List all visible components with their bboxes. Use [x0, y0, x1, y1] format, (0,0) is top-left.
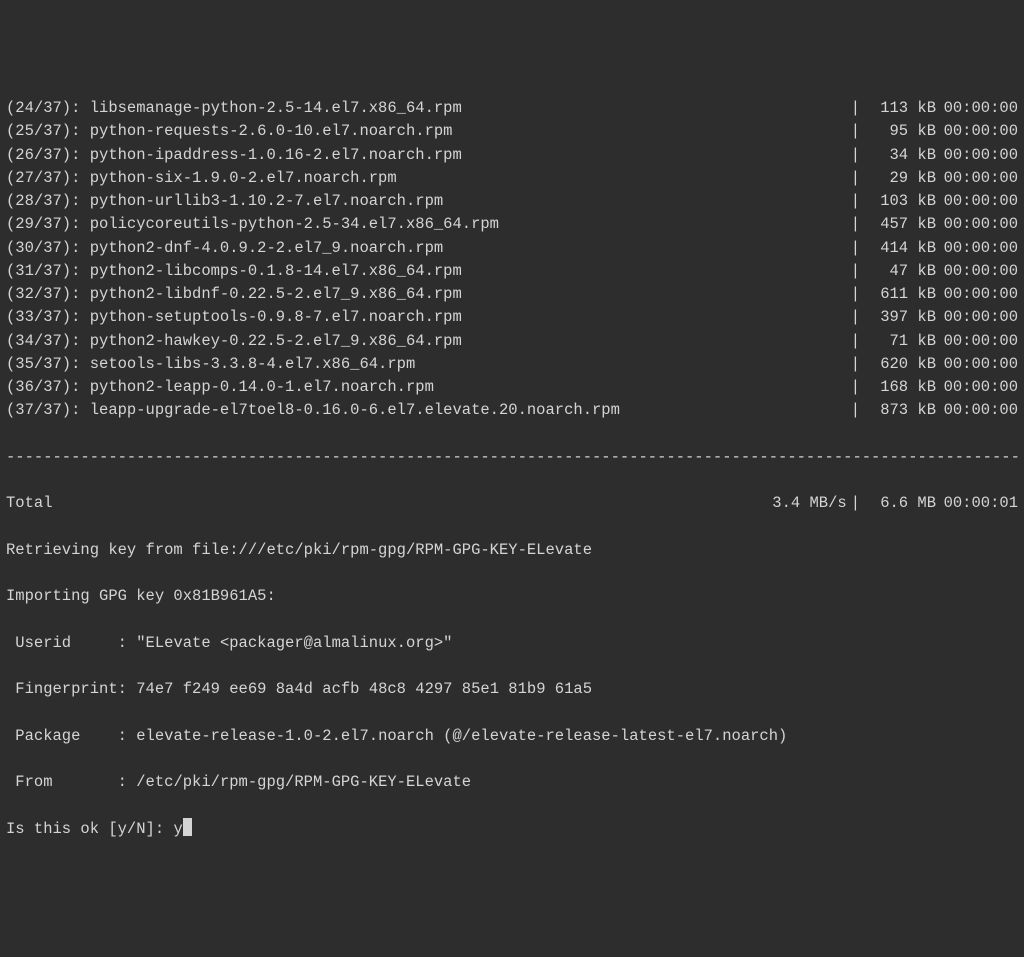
total-label: Total	[6, 492, 772, 515]
download-filename: (34/37): python2-hawkey-0.22.5-2.el7_9.x…	[6, 330, 847, 353]
from-label: From :	[6, 773, 136, 791]
download-size: 620 kB	[864, 353, 936, 376]
download-row: (28/37): python-urllib3-1.10.2-7.el7.noa…	[6, 190, 1018, 213]
userid-value: "ELevate <packager@almalinux.org>"	[136, 634, 452, 652]
separator-line: ----------------------------------------…	[6, 446, 1018, 469]
download-row: (31/37): python2-libcomps-0.1.8-14.el7.x…	[6, 260, 1018, 283]
download-filename: (33/37): python-setuptools-0.9.8-7.el7.n…	[6, 306, 847, 329]
download-size: 397 kB	[864, 306, 936, 329]
download-filename: (26/37): python-ipaddress-1.0.16-2.el7.n…	[6, 144, 847, 167]
download-row: (30/37): python2-dnf-4.0.9.2-2.el7_9.noa…	[6, 237, 1018, 260]
pipe-separator: |	[847, 120, 864, 143]
gpg-from-line: From : /etc/pki/rpm-gpg/RPM-GPG-KEY-ELev…	[6, 771, 1018, 794]
download-filename: (27/37): python-six-1.9.0-2.el7.noarch.r…	[6, 167, 847, 190]
download-size: 29 kB	[864, 167, 936, 190]
download-row: (26/37): python-ipaddress-1.0.16-2.el7.n…	[6, 144, 1018, 167]
total-speed: 3.4 MB/s	[772, 492, 846, 515]
download-row: (33/37): python-setuptools-0.9.8-7.el7.n…	[6, 306, 1018, 329]
pipe-separator: |	[847, 97, 864, 120]
download-time: 00:00:00	[936, 399, 1018, 422]
pipe-separator: |	[847, 167, 864, 190]
download-row: (36/37): python2-leapp-0.14.0-1.el7.noar…	[6, 376, 1018, 399]
download-filename: (29/37): policycoreutils-python-2.5-34.e…	[6, 213, 847, 236]
gpg-userid-line: Userid : "ELevate <packager@almalinux.or…	[6, 632, 1018, 655]
download-size: 34 kB	[864, 144, 936, 167]
download-filename: (32/37): python2-libdnf-0.22.5-2.el7_9.x…	[6, 283, 847, 306]
download-time: 00:00:00	[936, 237, 1018, 260]
total-row: Total 3.4 MB/s | 6.6 MB 00:00:01	[6, 492, 1018, 515]
pipe-separator: |	[847, 306, 864, 329]
download-time: 00:00:00	[936, 190, 1018, 213]
fingerprint-value: 74e7 f249 ee69 8a4d acfb 48c8 4297 85e1 …	[136, 680, 592, 698]
download-filename: (25/37): python-requests-2.6.0-10.el7.no…	[6, 120, 847, 143]
download-size: 47 kB	[864, 260, 936, 283]
download-time: 00:00:00	[936, 306, 1018, 329]
download-size: 873 kB	[864, 399, 936, 422]
download-size: 103 kB	[864, 190, 936, 213]
gpg-fingerprint-line: Fingerprint: 74e7 f249 ee69 8a4d acfb 48…	[6, 678, 1018, 701]
download-filename: (36/37): python2-leapp-0.14.0-1.el7.noar…	[6, 376, 847, 399]
download-filename: (37/37): leapp-upgrade-el7toel8-0.16.0-6…	[6, 399, 847, 422]
pipe-separator: |	[847, 492, 864, 515]
pipe-separator: |	[847, 260, 864, 283]
download-filename: (28/37): python-urllib3-1.10.2-7.el7.noa…	[6, 190, 847, 213]
download-time: 00:00:00	[936, 97, 1018, 120]
pipe-separator: |	[847, 237, 864, 260]
pipe-separator: |	[847, 399, 864, 422]
download-time: 00:00:00	[936, 260, 1018, 283]
download-list: (24/37): libsemanage-python-2.5-14.el7.x…	[6, 97, 1018, 423]
pipe-separator: |	[847, 353, 864, 376]
download-size: 611 kB	[864, 283, 936, 306]
download-time: 00:00:00	[936, 330, 1018, 353]
download-filename: (31/37): python2-libcomps-0.1.8-14.el7.x…	[6, 260, 847, 283]
download-row: (32/37): python2-libdnf-0.22.5-2.el7_9.x…	[6, 283, 1018, 306]
download-size: 113 kB	[864, 97, 936, 120]
download-time: 00:00:00	[936, 283, 1018, 306]
pipe-separator: |	[847, 144, 864, 167]
download-time: 00:00:00	[936, 213, 1018, 236]
download-row: (34/37): python2-hawkey-0.22.5-2.el7_9.x…	[6, 330, 1018, 353]
userid-label: Userid :	[6, 634, 136, 652]
download-size: 71 kB	[864, 330, 936, 353]
package-value: elevate-release-1.0-2.el7.noarch (@/elev…	[136, 727, 787, 745]
download-filename: (24/37): libsemanage-python-2.5-14.el7.x…	[6, 97, 847, 120]
package-label: Package :	[6, 727, 136, 745]
gpg-package-line: Package : elevate-release-1.0-2.el7.noar…	[6, 725, 1018, 748]
download-time: 00:00:00	[936, 167, 1018, 190]
download-row: (37/37): leapp-upgrade-el7toel8-0.16.0-6…	[6, 399, 1018, 422]
pipe-separator: |	[847, 330, 864, 353]
download-filename: (35/37): setools-libs-3.3.8-4.el7.x86_64…	[6, 353, 847, 376]
from-value: /etc/pki/rpm-gpg/RPM-GPG-KEY-ELevate	[136, 773, 471, 791]
gpg-retrieving-line: Retrieving key from file:///etc/pki/rpm-…	[6, 539, 1018, 562]
download-row: (35/37): setools-libs-3.3.8-4.el7.x86_64…	[6, 353, 1018, 376]
cursor-icon	[183, 818, 192, 836]
download-row: (29/37): policycoreutils-python-2.5-34.e…	[6, 213, 1018, 236]
download-row: (25/37): python-requests-2.6.0-10.el7.no…	[6, 120, 1018, 143]
download-time: 00:00:00	[936, 144, 1018, 167]
user-input: y	[173, 820, 182, 838]
pipe-separator: |	[847, 190, 864, 213]
total-size: 6.6 MB	[864, 492, 936, 515]
prompt-text: Is this ok [y/N]:	[6, 820, 173, 838]
download-time: 00:00:00	[936, 120, 1018, 143]
download-time: 00:00:00	[936, 353, 1018, 376]
download-time: 00:00:00	[936, 376, 1018, 399]
confirm-prompt-line[interactable]: Is this ok [y/N]: y	[6, 818, 1018, 841]
pipe-separator: |	[847, 376, 864, 399]
fingerprint-label: Fingerprint:	[6, 680, 136, 698]
download-row: (24/37): libsemanage-python-2.5-14.el7.x…	[6, 97, 1018, 120]
total-time: 00:00:01	[936, 492, 1018, 515]
gpg-importing-line: Importing GPG key 0x81B961A5:	[6, 585, 1018, 608]
download-size: 168 kB	[864, 376, 936, 399]
download-row: (27/37): python-six-1.9.0-2.el7.noarch.r…	[6, 167, 1018, 190]
download-filename: (30/37): python2-dnf-4.0.9.2-2.el7_9.noa…	[6, 237, 847, 260]
download-size: 414 kB	[864, 237, 936, 260]
download-size: 457 kB	[864, 213, 936, 236]
pipe-separator: |	[847, 283, 864, 306]
download-size: 95 kB	[864, 120, 936, 143]
pipe-separator: |	[847, 213, 864, 236]
